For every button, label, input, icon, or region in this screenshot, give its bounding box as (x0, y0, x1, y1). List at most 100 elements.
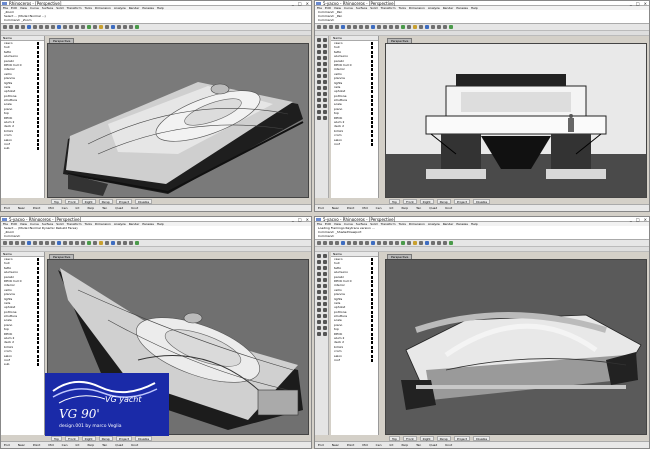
wireframe-icon[interactable] (123, 25, 127, 29)
rotate-view-icon[interactable] (377, 241, 381, 245)
osnap-cen[interactable]: Cen (376, 205, 382, 211)
rotate-view-icon[interactable] (377, 25, 381, 29)
cut-icon[interactable] (341, 25, 345, 29)
osnap-tan[interactable]: Tan (416, 442, 421, 448)
print-icon[interactable] (21, 241, 25, 245)
explode-tool-icon[interactable] (323, 320, 327, 324)
layers-panel[interactable]: Name casco hull tetto alumunio parabr DE… (331, 36, 379, 204)
solid-tool-icon[interactable] (317, 74, 321, 78)
perspective-viewport[interactable] (385, 43, 647, 198)
osnap-int[interactable]: Int (76, 205, 80, 211)
osnap-near[interactable]: Near (332, 205, 339, 211)
undo-icon[interactable] (45, 241, 49, 245)
text-tool-icon[interactable] (317, 326, 321, 330)
osnap-quad[interactable]: Quad (429, 442, 437, 448)
layer-row[interactable]: sub (1, 146, 44, 151)
ellipse-tool-icon[interactable] (323, 272, 327, 276)
osnap-perp[interactable]: Perp (87, 205, 94, 211)
select-tool-icon[interactable] (317, 38, 321, 42)
solid-tool-icon[interactable] (317, 290, 321, 294)
shade-icon[interactable] (117, 241, 121, 245)
line-tool-icon[interactable] (317, 260, 321, 264)
osnap-knot[interactable]: Knot (131, 205, 138, 211)
grid-icon[interactable] (93, 25, 97, 29)
select-icon[interactable] (401, 25, 405, 29)
boolean-tool-icon[interactable] (323, 74, 327, 78)
osnap-tan[interactable]: Tan (102, 205, 107, 211)
cmd-prompt[interactable]: Command: (318, 18, 649, 22)
osnap-quad[interactable]: Quad (115, 442, 123, 448)
extrude-tool-icon[interactable] (323, 284, 327, 288)
new-icon[interactable] (317, 241, 321, 245)
circle-tool-icon[interactable] (323, 266, 327, 270)
undo-icon[interactable] (359, 25, 363, 29)
undo-icon[interactable] (45, 25, 49, 29)
options-icon[interactable] (129, 241, 133, 245)
properties-icon[interactable] (419, 241, 423, 245)
osnap-perp[interactable]: Perp (401, 442, 408, 448)
osnap-int[interactable]: Int (390, 442, 394, 448)
extrude-tool-icon[interactable] (323, 68, 327, 72)
osnap-tan[interactable]: Tan (102, 442, 107, 448)
render-tool-icon[interactable] (323, 332, 327, 336)
save-icon[interactable] (15, 241, 19, 245)
layer-color[interactable] (371, 142, 373, 146)
cmd-prompt[interactable]: Command: (4, 234, 311, 238)
osnap-point[interactable]: Point (33, 205, 40, 211)
text-tool-icon[interactable] (317, 110, 321, 114)
osnap-end[interactable]: End (318, 442, 324, 448)
wireframe-icon[interactable] (437, 25, 441, 29)
layer-row[interactable]: roof (331, 142, 378, 146)
wireframe-icon[interactable] (437, 241, 441, 245)
polyline-tool-icon[interactable] (323, 260, 327, 264)
zoom-icon[interactable] (69, 241, 73, 245)
pan-icon[interactable] (57, 25, 61, 29)
osnap-int[interactable]: Int (390, 205, 394, 211)
open-icon[interactable] (9, 25, 13, 29)
print-icon[interactable] (21, 25, 25, 29)
layers-panel[interactable]: Name casco hull tetto alumunio parabr DE… (331, 252, 379, 441)
zoom-window-icon[interactable] (389, 25, 393, 29)
open-icon[interactable] (323, 241, 327, 245)
command-history[interactable]: Select ... (Mode=Normal Dynamic Rebuild … (1, 226, 311, 240)
zoom-icon[interactable] (383, 25, 387, 29)
perspective-viewport[interactable] (385, 259, 647, 435)
undo-icon[interactable] (359, 241, 363, 245)
grid-icon[interactable] (407, 25, 411, 29)
osnap-perp[interactable]: Perp (87, 442, 94, 448)
layer-color[interactable] (37, 147, 39, 151)
osnap-near[interactable]: Near (18, 205, 25, 211)
move-tool-icon[interactable] (323, 296, 327, 300)
save-icon[interactable] (329, 241, 333, 245)
osnap-near[interactable]: Near (332, 442, 339, 448)
join-tool-icon[interactable] (317, 320, 321, 324)
mirror-tool-icon[interactable] (317, 92, 321, 96)
zoom-extents-icon[interactable] (81, 25, 85, 29)
select-tool-icon[interactable] (317, 254, 321, 258)
render-icon[interactable] (111, 25, 115, 29)
point-tool-icon[interactable] (323, 38, 327, 42)
arc-tool-icon[interactable] (317, 272, 321, 276)
zoom-window-icon[interactable] (389, 241, 393, 245)
zoom-extents-icon[interactable] (395, 241, 399, 245)
array-tool-icon[interactable] (323, 308, 327, 312)
polygon-tool-icon[interactable] (323, 62, 327, 66)
zoom-window-icon[interactable] (75, 25, 79, 29)
analyze-tool-icon[interactable] (317, 332, 321, 336)
osnap-mid[interactable]: Mid (48, 442, 53, 448)
pan-icon[interactable] (57, 241, 61, 245)
redo-icon[interactable] (51, 241, 55, 245)
mirror-tool-icon[interactable] (317, 308, 321, 312)
split-tool-icon[interactable] (323, 314, 327, 318)
curve-tool-icon[interactable] (317, 50, 321, 54)
scale-tool-icon[interactable] (323, 302, 327, 306)
surface-tool-icon[interactable] (317, 284, 321, 288)
copy-icon[interactable] (347, 25, 351, 29)
select-icon[interactable] (87, 241, 91, 245)
osnap-int[interactable]: Int (76, 442, 80, 448)
scale-tool-icon[interactable] (323, 86, 327, 90)
save-icon[interactable] (329, 25, 333, 29)
osnap-end[interactable]: End (4, 442, 10, 448)
layers-panel[interactable]: Name casco hull tetto alumunio parabr DE… (1, 252, 45, 441)
rotate-view-icon[interactable] (63, 25, 67, 29)
